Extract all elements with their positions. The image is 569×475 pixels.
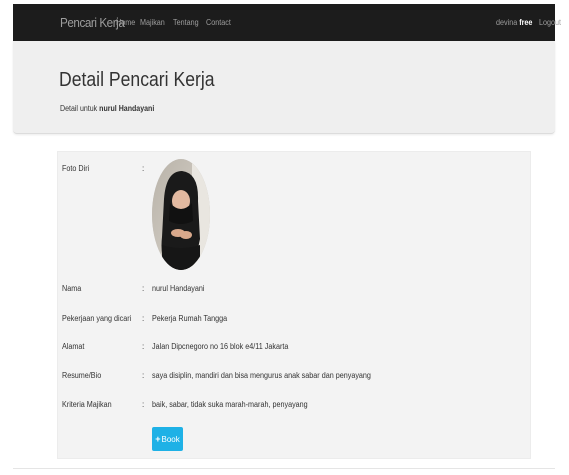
nav-link-contact[interactable]: Contact (206, 18, 231, 27)
value-kriteria-majikan: baik, sabar, tidak suka marah-marah, pen… (152, 400, 308, 409)
separator: : (142, 342, 145, 351)
label-pekerjaan: Pekerjaan yang dicari (62, 314, 132, 323)
label-nama: Nama (62, 284, 82, 293)
label-foto-diri: Foto Diri (62, 164, 90, 173)
profile-panel: Foto Diri : Nama : nurul Handayani Peker… (57, 151, 531, 459)
subtitle-prefix: Detail untuk (60, 104, 98, 113)
value-pekerjaan: Pekerja Rumah Tangga (152, 314, 228, 323)
separator: : (142, 371, 145, 380)
nav-link-majikan[interactable]: Majikan (140, 18, 165, 27)
label-kriteria-majikan: Kriteria Majikan (62, 400, 112, 409)
profile-photo-image (152, 159, 210, 270)
separator: : (142, 164, 145, 173)
top-navbar: Pencari Kerja Home Majikan Tentang Conta… (13, 4, 561, 41)
user-name: devina (496, 18, 518, 27)
value-nama: nurul Handayani (152, 284, 205, 293)
label-resume-bio: Resume/Bio (62, 371, 102, 380)
nav-user-account[interactable]: devina free (496, 18, 532, 27)
plus-icon: + (155, 434, 161, 444)
separator: : (142, 284, 145, 293)
book-button[interactable]: + Book (152, 427, 183, 451)
subtitle-name: nurul Handayani (99, 104, 155, 113)
label-alamat: Alamat (62, 342, 85, 351)
navbar-brand[interactable]: Pencari Kerja (60, 15, 125, 30)
separator: : (142, 400, 145, 409)
page-title: Detail Pencari Kerja (59, 69, 215, 91)
nav-link-home[interactable]: Home (116, 18, 135, 27)
user-plan: free (519, 18, 533, 27)
logout-link[interactable]: Logout (539, 18, 561, 27)
value-resume-bio: saya disiplin, mandiri dan bisa mengurus… (152, 371, 371, 380)
book-button-label: Book (161, 434, 180, 444)
footer-divider (13, 468, 555, 469)
separator: : (142, 314, 145, 323)
value-alamat: Jalan Dipcnegoro no 16 blok e4/11 Jakart… (152, 342, 289, 351)
nav-link-tentang[interactable]: Tentang (173, 18, 199, 27)
profile-photo (152, 159, 210, 270)
page-header: Detail Pencari Kerja Detail untuk nurul … (13, 41, 555, 134)
page-subtitle: Detail untuk nurul Handayani (60, 104, 154, 113)
